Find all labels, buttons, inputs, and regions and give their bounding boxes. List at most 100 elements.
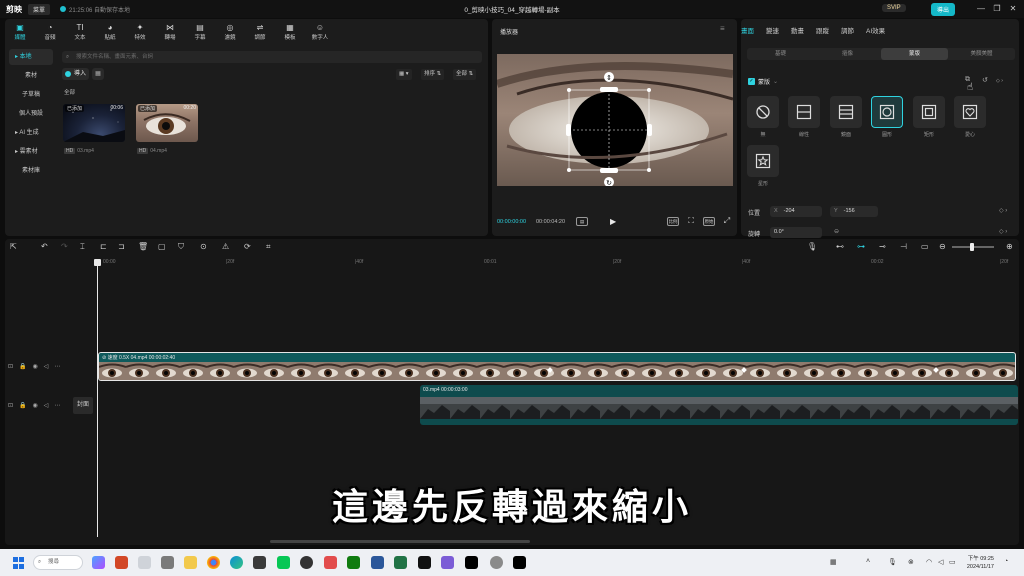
crop-icon[interactable]: ⌗ <box>266 242 271 252</box>
tool-effects[interactable]: ✦ 特效 <box>125 19 155 44</box>
capcut-icon[interactable] <box>418 556 431 569</box>
tool-adjust[interactable]: ⇌ 調節 <box>245 19 275 44</box>
subtab-cutout[interactable]: 摳像 <box>814 48 881 60</box>
tray-mic-icon[interactable]: 🎙 <box>888 558 897 566</box>
video-preview[interactable]: ⇕ ↻ <box>497 54 733 186</box>
split-icon[interactable]: ⌶ <box>80 242 85 252</box>
word-icon[interactable] <box>371 556 384 569</box>
keyframe-icon[interactable]: ◇ › <box>996 78 1003 84</box>
audio-icon[interactable]: ◁ <box>44 363 49 370</box>
chrome-icon[interactable] <box>207 556 220 569</box>
preview-axis-icon[interactable]: ⊣ <box>900 242 907 251</box>
rotate-icon[interactable]: ⟳ <box>244 242 251 251</box>
zoom-slider[interactable] <box>952 243 994 251</box>
taskbar-clock[interactable]: 下午 09:25 2024/11/17 <box>958 555 994 571</box>
line-icon[interactable] <box>277 556 290 569</box>
store-icon[interactable] <box>253 556 266 569</box>
overlay-video-clip[interactable]: 03.mp4 00:00:03:00 <box>420 385 1018 425</box>
playhead-handle[interactable] <box>94 259 101 266</box>
delete-icon[interactable]: 🗑 <box>138 242 148 251</box>
tiktok-icon[interactable] <box>465 556 478 569</box>
tool-media[interactable]: ▣ 媒體 <box>5 19 35 44</box>
mask-star[interactable] <box>747 145 779 177</box>
expand-icon[interactable]: ⤢ <box>721 217 733 226</box>
lock-icon[interactable]: 🔒 <box>19 363 26 370</box>
tray-chevron-icon[interactable]: ˄ <box>866 558 870 565</box>
media-thumb-04[interactable]: 已添加 00:20 <box>136 104 198 142</box>
minimize-button[interactable]: — <box>975 3 987 15</box>
mask-enable-checkbox[interactable]: ✓ <box>748 78 755 85</box>
rotate-input[interactable]: 0.0° <box>770 227 822 238</box>
tool-transition[interactable]: ⋈ 轉場 <box>155 19 185 44</box>
nav-cloud[interactable]: ▸ 雲素材 <box>9 144 53 160</box>
position-x-input[interactable]: X -204 <box>770 206 822 217</box>
lock-icon[interactable]: 🔒 <box>19 402 26 409</box>
linkage-icon[interactable]: ⊸ <box>879 242 886 251</box>
track-lock-icon[interactable]: ⊡ <box>8 363 13 370</box>
media-search-input[interactable]: ⌕ 搜索文件名稱、畫面元素、台詞 <box>62 51 482 63</box>
nav-library[interactable]: 素材庫 <box>9 163 53 179</box>
app-icon[interactable] <box>300 556 313 569</box>
app-icon[interactable] <box>138 556 151 569</box>
tool-digital-human[interactable]: ☺ 數字人 <box>305 19 335 44</box>
player-menu-icon[interactable]: ≡ <box>720 24 725 33</box>
mask-linear[interactable] <box>788 96 820 128</box>
keyframe-icon[interactable]: ◇ › <box>999 207 1007 214</box>
position-y-input[interactable]: Y -156 <box>830 206 878 217</box>
subtab-basic[interactable]: 基礎 <box>747 48 814 60</box>
zoom-slider-knob[interactable] <box>970 243 974 251</box>
import-button[interactable]: 導入 <box>62 68 89 80</box>
track-lock-icon[interactable]: ⊡ <box>8 402 13 409</box>
edge-icon[interactable] <box>230 556 243 569</box>
filter-button[interactable]: 全部 ⇅ <box>453 69 477 80</box>
microphone-icon[interactable]: 🎙 <box>807 242 817 251</box>
eye-icon[interactable]: ◉ <box>33 402 38 409</box>
tool-audio[interactable]: ◔ 音頻 <box>35 19 65 44</box>
more-icon[interactable]: ⋯ <box>54 402 60 409</box>
nav-local[interactable]: ▸ 本地 <box>9 49 53 65</box>
main-video-clip[interactable]: ⊘ 速度 0.5X 04.mp4 00:00:02:40 <box>98 352 1016 381</box>
keyframe-icon[interactable]: ◇ › <box>999 228 1007 235</box>
tab-adjust[interactable]: 調節 <box>841 25 854 35</box>
capcut-icon[interactable] <box>513 556 526 569</box>
app-icon[interactable] <box>324 556 337 569</box>
export-button[interactable]: 導出 <box>931 3 956 16</box>
cover-button[interactable]: 封面 <box>73 397 93 414</box>
tray-app-icon[interactable]: ▦ <box>830 558 837 566</box>
tab-ai-effects[interactable]: AI效果 <box>866 25 885 35</box>
original-size-button[interactable]: 原始 <box>703 217 715 226</box>
notification-icon[interactable]: ◔ <box>1004 558 1008 565</box>
tab-picture[interactable]: 畫面 <box>741 25 754 35</box>
redo-icon[interactable]: ↷ <box>61 242 68 251</box>
zoom-fit-icon[interactable]: ⊕ <box>1006 242 1013 251</box>
timeline-toggle-icon[interactable]: ▤ <box>576 217 588 226</box>
tool-filter[interactable]: ◎ 濾鏡 <box>215 19 245 44</box>
tool-subtitle[interactable]: ▤ 字幕 <box>185 19 215 44</box>
mask-rectangle[interactable] <box>913 96 945 128</box>
play-circle-icon[interactable]: ⊙ <box>200 242 207 251</box>
copilot-icon[interactable] <box>92 556 105 569</box>
mask-heart[interactable] <box>954 96 986 128</box>
freeze-icon[interactable]: ▢ <box>158 242 166 251</box>
grid-view-button[interactable]: ▦ <box>92 68 104 80</box>
media-thumb-03[interactable]: 已添加 00:06 <box>63 104 125 142</box>
audio-icon[interactable]: ◁ <box>44 402 49 409</box>
maximize-button[interactable]: ❐ <box>991 3 1003 15</box>
sort-button[interactable]: 排序 ⇅ <box>421 69 445 80</box>
tool-sticker[interactable]: ◕ 貼紙 <box>95 19 125 44</box>
tab-animation[interactable]: 動畫 <box>791 25 804 35</box>
tab-speed[interactable]: 變速 <box>766 25 779 35</box>
view-mode-button[interactable]: ▦ ▾ <box>396 69 412 80</box>
tool-template[interactable]: ▦ 模板 <box>275 19 305 44</box>
caption-icon[interactable]: ▭ <box>921 242 929 251</box>
wifi-icon[interactable]: ◠ <box>926 558 932 566</box>
tool-text[interactable]: TI 文本 <box>65 19 95 44</box>
subtab-beauty[interactable]: 美顏美體 <box>948 48 1015 60</box>
windows-start-icon[interactable] <box>13 557 25 569</box>
undo-icon[interactable]: ↶ <box>41 242 48 251</box>
select-tool-icon[interactable]: ⇱ <box>10 242 17 251</box>
split-left-icon[interactable]: ⊏ <box>100 242 107 251</box>
excel-icon[interactable] <box>394 556 407 569</box>
zoom-out-icon[interactable]: ⊖ <box>939 242 946 251</box>
volume-icon[interactable]: ◁ <box>938 558 943 566</box>
